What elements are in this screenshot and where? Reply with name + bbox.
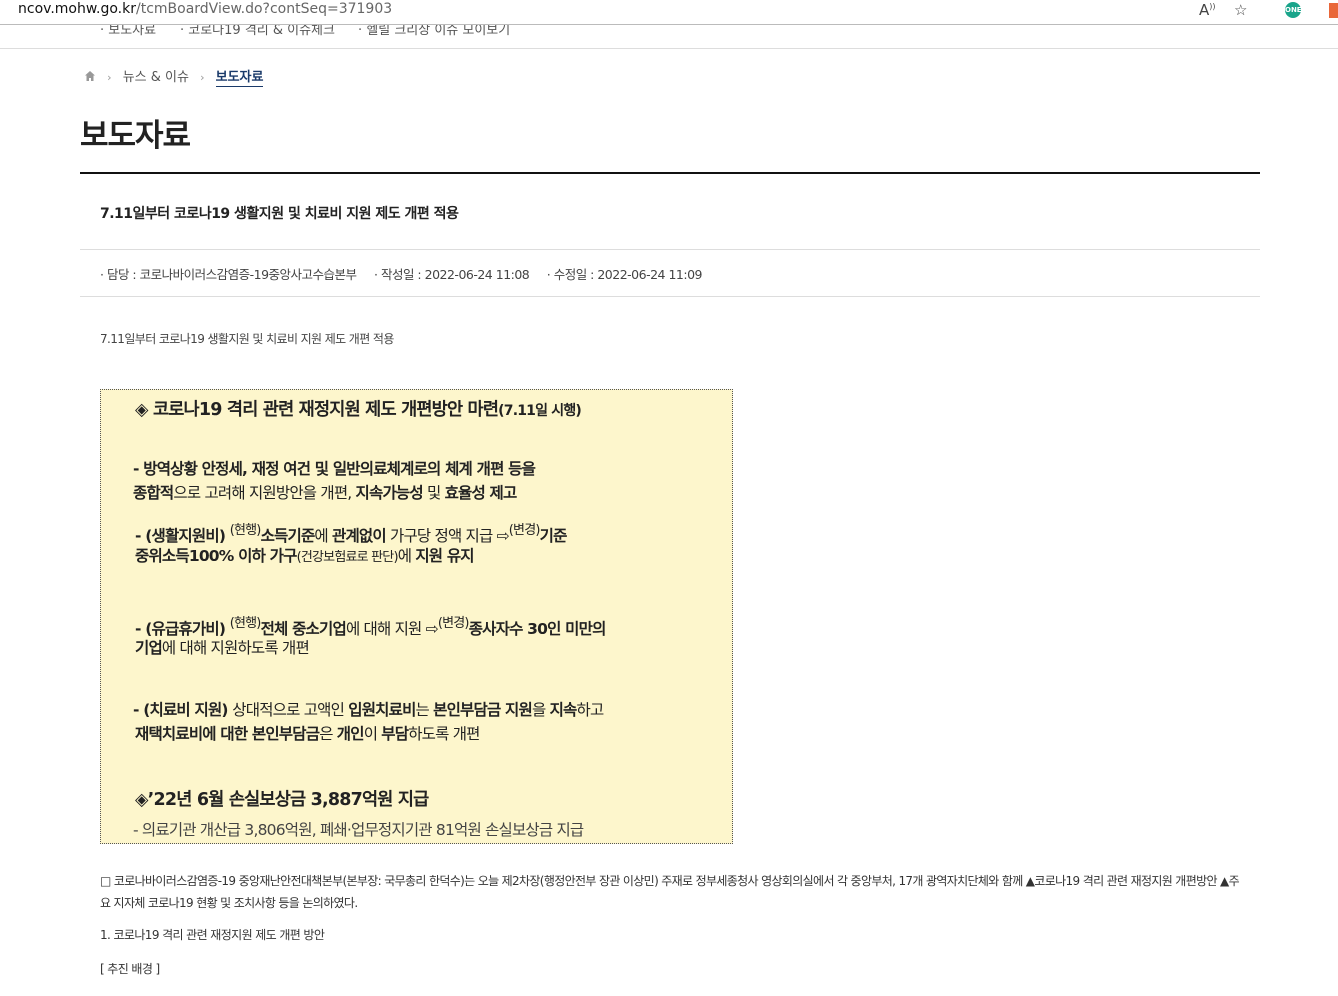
chevron-right-icon: › — [107, 71, 112, 84]
divider — [80, 296, 1260, 297]
url-text[interactable]: ncov.mohw.go.kr/tcmBoardView.do?contSeq=… — [18, 1, 392, 17]
post-lead: 7.11일부터 코로나19 생활지원 및 치료비 지원 제도 개편 적용 — [100, 332, 394, 346]
address-bar[interactable]: ncov.mohw.go.kr/tcmBoardView.do?contSeq=… — [0, 0, 1338, 22]
add-favorite-icon[interactable]: ☆ — [1234, 1, 1247, 19]
box-paragraph: - 방역상황 안정세, 재정 여건 및 일반의료체계로의 체계 개편 등을 — [133, 460, 536, 478]
box-heading: ◈ 코로나19 격리 관련 재정지원 제도 개편방안 마련(7.11일 시행) — [135, 400, 582, 420]
box-paragraph: 종합적으로 고려해 지원방안을 개편, 지속가능성 및 효율성 제고 — [133, 484, 517, 502]
breadcrumb: › 뉴스 & 이슈 › 보도자료 — [84, 66, 264, 87]
read-aloud-icon[interactable]: A)) — [1199, 1, 1216, 19]
title-divider — [80, 172, 1260, 174]
meta-manager: · 담당 : 코로나바이러스감염증-19중앙사고수습본부 — [100, 267, 357, 282]
extension-one-icon[interactable]: ONE — [1285, 2, 1302, 18]
breadcrumb-current[interactable]: 보도자료 — [215, 70, 264, 87]
box-paragraph: - (치료비 지원) 상대적으로 고액인 입원치료비는 본인부담금 지원을 지속… — [133, 701, 604, 719]
section-subheading: [ 추진 배경 ] — [100, 962, 160, 976]
post-meta: · 담당 : 코로나바이러스감염증-19중앙사고수습본부 · 작성일 : 202… — [100, 264, 716, 283]
breadcrumb-section[interactable]: 뉴스 & 이슈 — [123, 70, 189, 85]
divider — [80, 249, 1260, 250]
summary-box: ◈ 코로나19 격리 관련 재정지원 제도 개편방안 마련(7.11일 시행) … — [100, 389, 733, 844]
post-title: 7.11일부터 코로나19 생활지원 및 치료비 지원 제도 개편 적용 — [100, 206, 459, 222]
subnav-item-issue[interactable]: · 헬릴 크리상 이슈 모이보기 — [358, 25, 510, 38]
subnav-item-press[interactable]: · 보도자료 — [100, 25, 156, 38]
site-subnav: · 보도자료 · 코로나19 격리 & 이슈체크 · 헬릴 크리상 이슈 모이보… — [0, 25, 1338, 49]
meta-created: · 작성일 : 2022-06-24 11:08 — [374, 267, 530, 282]
box-paragraph: - 의료기관 개산급 3,806억원, 폐쇄·업무정지기관 81억원 손실보상금… — [133, 821, 584, 839]
box-paragraph: 중위소득100% 이하 가구(건강보험료로 판단)에 지원 유지 — [135, 547, 475, 565]
body-paragraph: □ 코로나바이러스감염증-19 중앙재난안전대책본부(본부장: 국무총리 한덕수… — [100, 874, 1240, 910]
section-heading: 1. 코로나19 격리 관련 재정지원 제도 개편 방안 — [100, 928, 325, 942]
box-heading-2: ◈’22년 6월 손실보상금 3,887억원 지급 — [135, 790, 429, 810]
chevron-right-icon: › — [200, 71, 205, 84]
subnav-item-check[interactable]: · 코로나19 격리 & 이슈체크 — [180, 25, 335, 38]
box-paragraph: 기업에 대해 지원하도록 개편 — [135, 639, 310, 657]
box-paragraph: 재택치료비에 대한 본인부담금은 개인이 부담하도록 개편 — [135, 725, 480, 743]
home-icon[interactable] — [84, 70, 96, 82]
extension-icon[interactable] — [1329, 3, 1338, 18]
meta-modified: · 수정일 : 2022-06-24 11:09 — [546, 267, 703, 282]
page-title: 보도자료 — [80, 118, 191, 154]
